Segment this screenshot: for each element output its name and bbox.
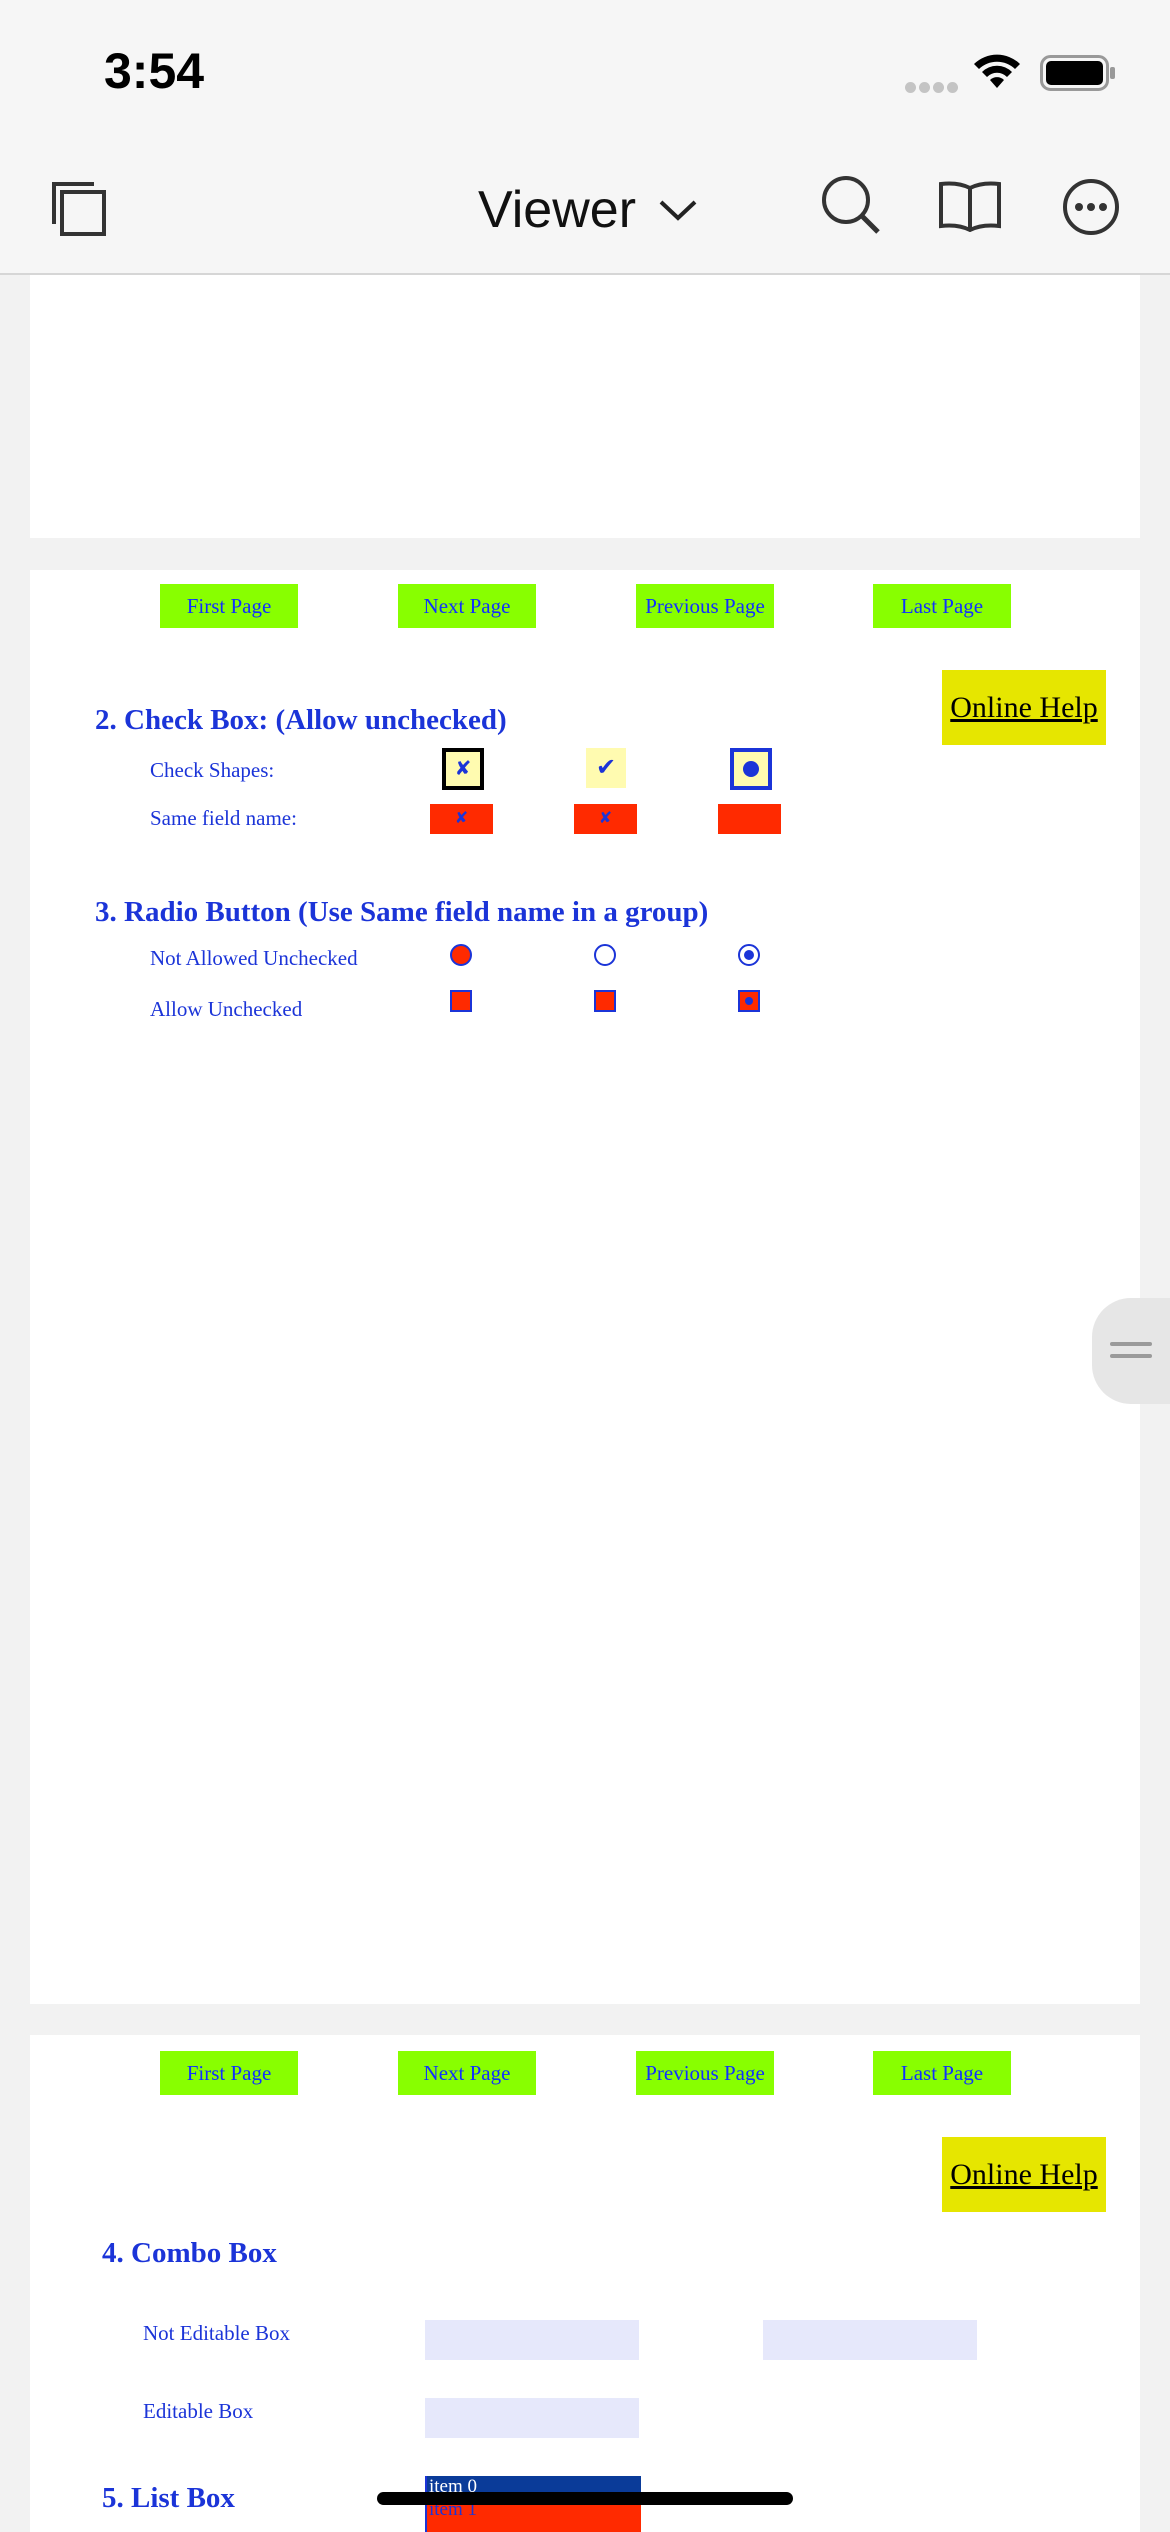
- checkbox-tick[interactable]: ✔: [586, 748, 626, 788]
- pages-icon[interactable]: [50, 180, 108, 238]
- online-help-button[interactable]: Online Help: [942, 2137, 1106, 2212]
- checkbox-cross[interactable]: ✘: [442, 748, 484, 790]
- list-box-section-title: 5. List Box: [102, 2482, 235, 2514]
- next-page-button[interactable]: Next Page: [398, 2051, 536, 2095]
- previous-page-button[interactable]: Previous Page: [636, 584, 774, 628]
- cross-mark-icon: ✘: [454, 810, 469, 827]
- last-page-button[interactable]: Last Page: [873, 584, 1011, 628]
- wifi-icon: [974, 54, 1020, 88]
- same-name-checkbox-3[interactable]: [718, 804, 781, 834]
- cross-mark-icon: ✘: [454, 758, 472, 780]
- combo-box-section-title: 4. Combo Box: [102, 2237, 277, 2269]
- book-icon[interactable]: [938, 180, 1002, 232]
- status-time: 3:54: [104, 43, 205, 99]
- previous-page-button[interactable]: Previous Page: [636, 2051, 774, 2095]
- not-editable-combo-box-2[interactable]: [763, 2320, 977, 2360]
- radio-section-title: 3. Radio Button (Use Same field name in …: [95, 896, 709, 928]
- checkbox-dot[interactable]: [730, 748, 772, 790]
- first-page-button[interactable]: First Page: [160, 2051, 298, 2095]
- pdf-page-3: First Page Next Page Previous Page Last …: [30, 2035, 1140, 2532]
- editable-box-label: Editable Box: [143, 2399, 254, 2423]
- editable-combo-box[interactable]: [425, 2398, 639, 2438]
- status-bar: 3:54: [0, 0, 1170, 140]
- allow-unchecked-label: Allow Unchecked: [150, 997, 303, 1021]
- cellular-signal-icon: [905, 80, 961, 98]
- radio-dot-icon: [745, 997, 753, 1005]
- radio-allow-unchecked-2[interactable]: [594, 990, 616, 1012]
- not-editable-combo-box-1[interactable]: [425, 2320, 639, 2360]
- check-shapes-label: Check Shapes:: [150, 758, 275, 782]
- radio-not-allowed-1[interactable]: [450, 944, 472, 966]
- radio-allow-unchecked-1[interactable]: [450, 990, 472, 1012]
- search-icon[interactable]: [820, 174, 882, 236]
- pdf-page-2: First Page Next Page Previous Page Last …: [30, 570, 1140, 2004]
- checkbox-section-title: 2. Check Box: (Allow unchecked): [95, 704, 507, 736]
- last-page-button[interactable]: Last Page: [873, 2051, 1011, 2095]
- radio-allow-unchecked-3[interactable]: [738, 990, 760, 1012]
- not-editable-box-label: Not Editable Box: [143, 2321, 290, 2345]
- radio-not-allowed-2[interactable]: [594, 944, 616, 966]
- scroll-handle[interactable]: [1092, 1298, 1170, 1404]
- pdf-page-previous: [30, 275, 1140, 538]
- viewer-menu-title[interactable]: Viewer: [478, 180, 636, 240]
- battery-icon: [1040, 55, 1115, 91]
- chevron-down-icon[interactable]: [658, 198, 698, 224]
- check-mark-icon: ✔: [595, 754, 617, 781]
- radio-not-allowed-3[interactable]: [738, 944, 760, 966]
- cross-mark-icon: ✘: [598, 810, 613, 827]
- first-page-button[interactable]: First Page: [160, 584, 298, 628]
- more-options-icon[interactable]: [1062, 178, 1120, 236]
- online-help-button[interactable]: Online Help: [942, 670, 1106, 745]
- same-name-checkbox-2[interactable]: ✘: [574, 804, 637, 834]
- next-page-button[interactable]: Next Page: [398, 584, 536, 628]
- same-name-checkbox-1[interactable]: ✘: [430, 804, 493, 834]
- home-indicator[interactable]: [377, 2492, 793, 2505]
- same-field-name-label: Same field name:: [150, 806, 297, 830]
- not-allowed-unchecked-label: Not Allowed Unchecked: [150, 946, 358, 970]
- viewer-toolbar: Viewer: [0, 140, 1170, 275]
- dot-icon: [743, 761, 759, 777]
- radio-dot-icon: [744, 950, 754, 960]
